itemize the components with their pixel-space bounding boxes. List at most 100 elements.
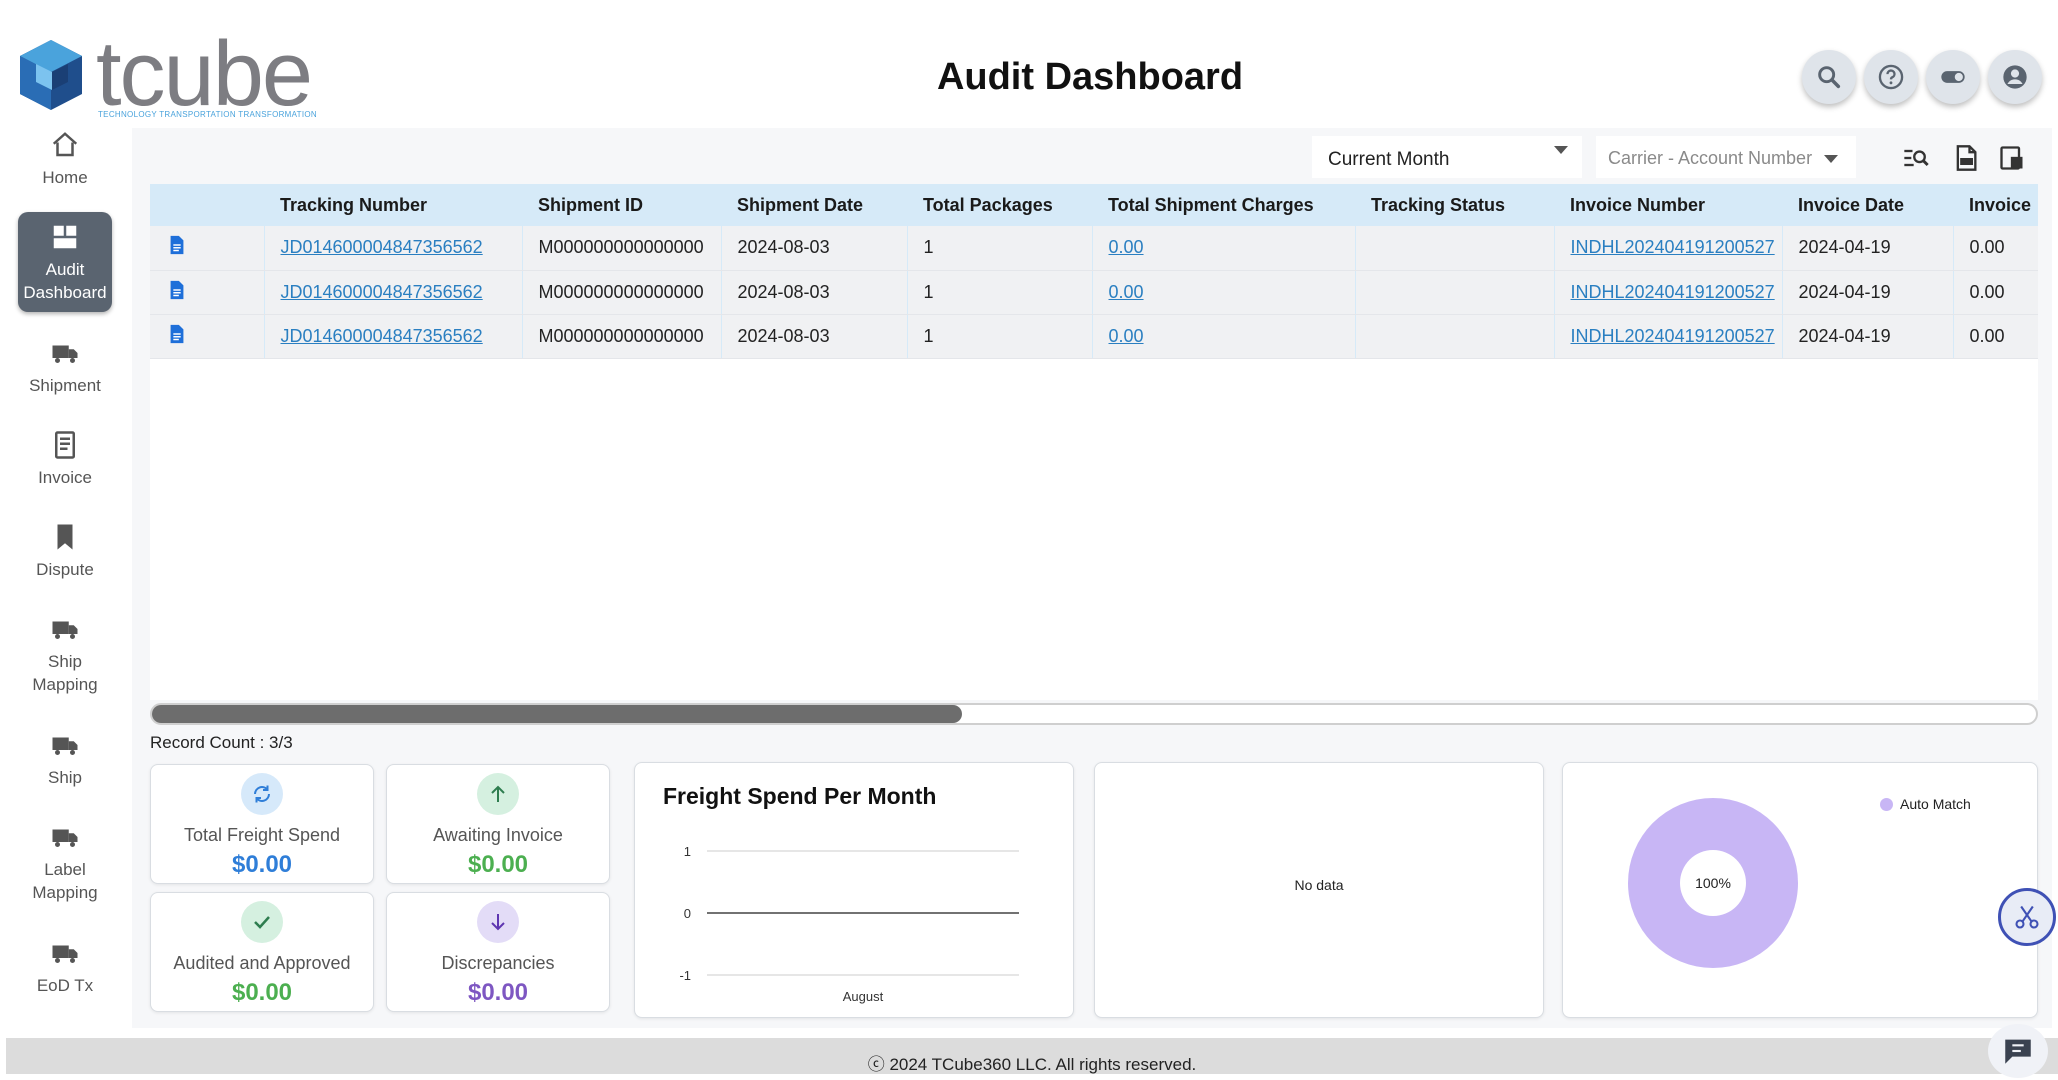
invoice-amount-cell: 0.00	[1953, 226, 2038, 271]
awaiting-invoice-card[interactable]: Awaiting Invoice $0.00	[386, 764, 610, 884]
row-document-cell	[150, 314, 265, 359]
discrepancies-card[interactable]: Discrepancies $0.00	[386, 892, 610, 1012]
column-header	[150, 184, 264, 226]
invoice-number-link[interactable]: INDHL202404191200527	[1571, 237, 1775, 257]
sidebar-item-label: Invoice	[38, 468, 92, 487]
table-empty-area	[150, 360, 2038, 700]
column-header-tracking-number[interactable]: Tracking Number	[264, 184, 522, 226]
column-header-total-packages[interactable]: Total Packages	[907, 184, 1092, 226]
invoice-number-link[interactable]: INDHL202404191200527	[1571, 282, 1775, 302]
stat-label: Discrepancies	[441, 953, 555, 973]
logo-wordmark: tcube	[96, 23, 313, 125]
sidebar-item-audit-dashboard[interactable]: Audit Dashboard	[18, 212, 112, 312]
sidebar-item-label-mapping[interactable]: Label Mapping	[18, 822, 112, 904]
column-settings-button[interactable]	[1994, 140, 2030, 176]
freight-spend-chart: 1 0 -1 August	[679, 844, 1019, 1004]
column-header-invoice-number[interactable]: Invoice Number	[1554, 184, 1782, 226]
column-header-invoice[interactable]: Invoice	[1953, 184, 2038, 226]
export-pdf-button[interactable]	[1948, 140, 1984, 176]
audited-approved-card[interactable]: Audited and Approved $0.00	[150, 892, 374, 1012]
truck-icon	[52, 345, 78, 363]
stat-value: $0.00	[467, 979, 529, 1006]
invoice-date-cell: 2024-04-19	[1782, 314, 1954, 359]
sidebar: Home Audit Dashboard Shipment Invoice Di…	[8, 128, 132, 1028]
shipment-charges-link[interactable]: 0.00	[1109, 282, 1144, 302]
export-pdf-icon	[1956, 145, 1977, 171]
sidebar-item-label: Audit Dashboard	[23, 260, 107, 302]
column-header-tracking-status[interactable]: Tracking Status	[1355, 184, 1554, 226]
sidebar-item-label: Ship Mapping	[32, 652, 98, 694]
period-select-value: Current Month	[1328, 149, 1450, 170]
truck-icon	[52, 737, 78, 755]
chat-icon	[2005, 1039, 2031, 1064]
toggle-icon	[1941, 71, 1965, 83]
chat-button[interactable]	[1988, 1024, 2048, 1078]
sidebar-item-label: Home	[42, 168, 88, 187]
total-packages-cell: 1	[907, 226, 1093, 271]
total-packages-cell: 1	[907, 270, 1093, 315]
document-icon[interactable]	[166, 234, 188, 256]
sidebar-item-ship[interactable]: Ship	[18, 730, 112, 789]
home-icon	[52, 132, 78, 157]
invoice-date-cell: 2024-04-19	[1782, 270, 1954, 315]
help-button[interactable]	[1864, 50, 1918, 104]
invoice-icon	[55, 431, 75, 459]
table-header-row: Tracking Number Shipment ID Shipment Dat…	[150, 184, 2038, 226]
shipment-charges-link[interactable]: 0.00	[1109, 326, 1144, 346]
logo-tagline: TECHNOLOGY TRANSPORTATION TRANSFORMATION	[98, 110, 317, 119]
arrow-up-icon	[477, 773, 519, 815]
row-document-cell	[150, 270, 265, 315]
column-header-invoice-date[interactable]: Invoice Date	[1782, 184, 1953, 226]
y-tick-label: 0	[684, 906, 691, 921]
carrier-account-select[interactable]: Carrier - Account Number	[1596, 136, 1856, 178]
shipment-charges-link[interactable]: 0.00	[1109, 237, 1144, 257]
search-filter-button[interactable]	[1898, 140, 1934, 176]
tcube-cube-icon	[20, 40, 82, 110]
stat-label: Awaiting Invoice	[433, 825, 563, 845]
table-horizontal-scrollbar[interactable]	[150, 703, 2038, 725]
freight-spend-chart-panel: Freight Spend Per Month 1 0 -1 August	[634, 762, 1074, 1018]
invoice-number-link[interactable]: INDHL202404191200527	[1571, 326, 1775, 346]
user-icon	[2003, 65, 2027, 89]
shipments-table: Tracking Number Shipment ID Shipment Dat…	[150, 184, 2038, 360]
scrollbar-thumb[interactable]	[152, 705, 962, 723]
carrier-select-placeholder: Carrier - Account Number	[1608, 148, 1813, 168]
tracking-number-link[interactable]: JD014600004847356562	[281, 282, 483, 302]
total-freight-spend-card[interactable]: Total Freight Spend $0.00	[150, 764, 374, 884]
tcube-logo[interactable]: tcube TECHNOLOGY TRANSPORTATION TRANSFOR…	[16, 28, 317, 120]
sidebar-item-home[interactable]: Home	[18, 130, 112, 189]
sidebar-item-ship-mapping[interactable]: Ship Mapping	[18, 614, 112, 696]
column-header-total-shipment-charges[interactable]: Total Shipment Charges	[1092, 184, 1355, 226]
document-icon[interactable]	[166, 279, 188, 301]
search-icon	[1818, 66, 1841, 89]
period-select[interactable]: Current Month	[1312, 136, 1582, 178]
footer: ⓒ 2024 TCube360 LLC. All rights reserved…	[6, 1038, 2058, 1074]
search-button[interactable]	[1802, 50, 1856, 104]
bookmark-icon	[57, 524, 73, 550]
user-profile-button[interactable]	[1988, 50, 2042, 104]
table-row: JD014600004847356562 M000000000000000 20…	[150, 226, 2038, 271]
table-row: JD014600004847356562 M000000000000000 20…	[150, 314, 2038, 359]
accessibility-button[interactable]	[1998, 888, 2056, 946]
theme-toggle-button[interactable]	[1926, 50, 1980, 104]
chevron-down-icon	[1824, 155, 1838, 163]
sidebar-item-invoice[interactable]: Invoice	[18, 430, 112, 489]
tracking-number-link[interactable]: JD014600004847356562	[281, 326, 483, 346]
document-icon[interactable]	[166, 323, 188, 345]
sidebar-item-dispute[interactable]: Dispute	[18, 522, 112, 581]
invoice-amount-cell: 0.00	[1953, 314, 2038, 359]
sidebar-item-label: EoD Tx	[36, 976, 94, 995]
y-tick-label: -1	[679, 968, 691, 983]
stat-value: $0.00	[467, 851, 529, 878]
check-icon	[241, 901, 283, 943]
sidebar-item-shipment[interactable]: Shipment	[18, 338, 112, 397]
search-filter-icon	[1904, 149, 1929, 167]
sidebar-item-label: Shipment	[29, 376, 101, 395]
chart-legend[interactable]: Auto Match	[1880, 796, 1971, 812]
tracking-number-link[interactable]: JD014600004847356562	[281, 237, 483, 257]
column-header-shipment-id[interactable]: Shipment ID	[522, 184, 721, 226]
sidebar-item-label: Label Mapping	[32, 860, 98, 902]
sidebar-item-eod-tx[interactable]: EoD Tx	[18, 938, 112, 997]
column-header-shipment-date[interactable]: Shipment Date	[721, 184, 907, 226]
y-tick-label: 1	[684, 844, 691, 859]
